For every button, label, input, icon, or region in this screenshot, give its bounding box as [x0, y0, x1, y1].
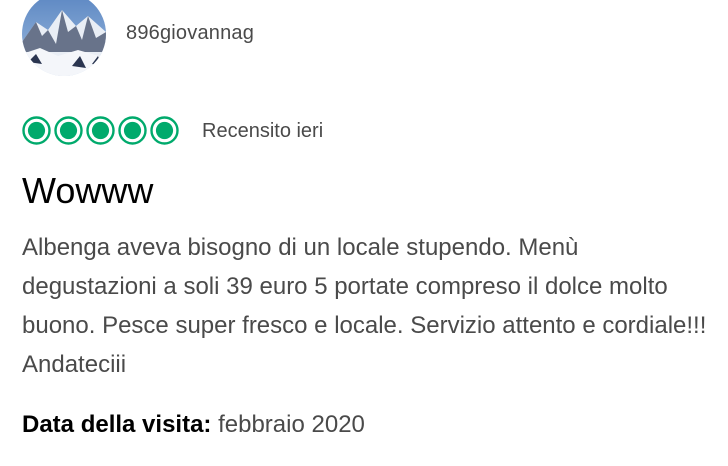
- visit-date-value: febbraio 2020: [218, 411, 365, 438]
- review-body: Albenga aveva bisogno di un locale stupe…: [22, 234, 707, 378]
- avatar-image: [22, 0, 106, 76]
- reviewer-username[interactable]: 896giovannag: [126, 22, 254, 45]
- visit-date: Data della visita: febbraio 2020: [22, 411, 365, 439]
- reviewed-date: Recensito ieri: [202, 120, 324, 142]
- rating-bubble-icon: [150, 116, 179, 145]
- rating-bubble-icon: [54, 116, 83, 145]
- review-card: 896giovannag Recensito ieri Wowww Albeng…: [0, 0, 728, 466]
- rating-bubble-icon: [86, 116, 115, 145]
- review-title[interactable]: Wowww: [22, 170, 153, 212]
- rating-bubbles: [22, 116, 179, 145]
- rating-bubble-icon: [22, 116, 51, 145]
- avatar[interactable]: [22, 0, 106, 76]
- visit-date-label: Data della visita:: [22, 411, 212, 438]
- rating-bubble-icon: [118, 116, 147, 145]
